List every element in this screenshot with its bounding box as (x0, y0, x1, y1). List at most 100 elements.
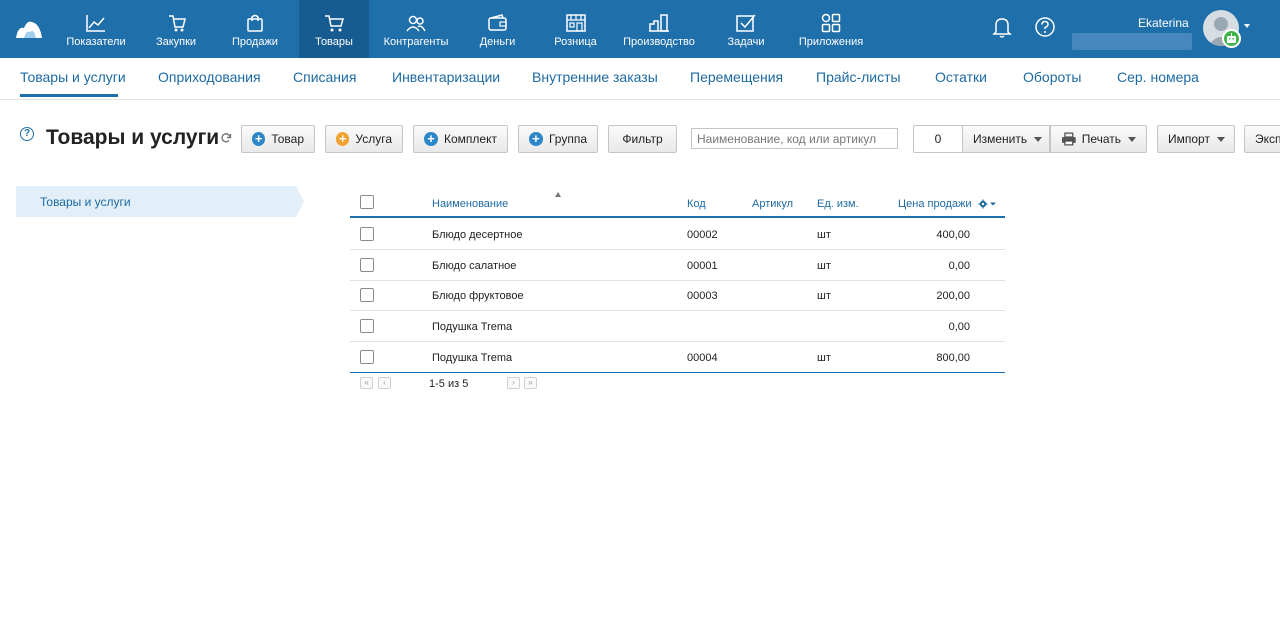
active-tab-underline (20, 94, 118, 97)
row-checkbox[interactable] (360, 350, 374, 364)
table-row[interactable]: Подушка Trema 00004 шт 800,00 (350, 342, 1005, 373)
chevron-down-icon[interactable] (1244, 24, 1250, 28)
nav-item-money[interactable]: Деньги (470, 0, 525, 58)
column-header-name[interactable]: Наименование (432, 198, 508, 210)
table-row[interactable]: Блюдо десертное 00002 шт 400,00 (350, 219, 1005, 250)
nav-item-apps[interactable]: Приложения (796, 0, 866, 58)
nav-item-label: Продажи (232, 36, 278, 48)
row-checkbox[interactable] (360, 227, 374, 241)
cell-name[interactable]: Блюдо десертное (432, 229, 523, 241)
chart-line-icon (86, 15, 105, 32)
table-row[interactable]: Блюдо салатное 00001 шт 0,00 (350, 250, 1005, 281)
caret-down-icon (1128, 136, 1136, 142)
plus-icon: + (336, 132, 350, 146)
row-checkbox[interactable] (360, 258, 374, 272)
subnav-item-writeoffs[interactable]: Списания (293, 69, 356, 85)
print-dropdown-button[interactable]: Печать (1050, 125, 1147, 153)
nav-item-production[interactable]: Производство (620, 0, 698, 58)
people-icon (406, 15, 426, 32)
nav-item-label: Показатели (66, 36, 126, 48)
subnav-item-transfers[interactable]: Перемещения (690, 69, 783, 85)
nav-item-indicators[interactable]: Показатели (60, 0, 132, 58)
add-product-button[interactable]: + Товар (241, 125, 315, 153)
add-kit-button[interactable]: + Комплект (413, 125, 508, 153)
cell-code: 00003 (687, 290, 718, 302)
change-label: Изменить (973, 132, 1028, 146)
add-group-label: Группа (548, 132, 587, 146)
pager-prev-button[interactable]: ‹ (378, 377, 391, 389)
add-group-button[interactable]: + Группа (518, 125, 598, 153)
nav-item-sales[interactable]: Продажи (225, 0, 285, 58)
folder-tree-item-all[interactable]: Товары и услуги (40, 195, 131, 209)
pager-first-button[interactable]: « (360, 377, 373, 389)
printer-icon (1061, 132, 1076, 146)
print-label: Печать (1081, 132, 1121, 146)
cell-name[interactable]: Блюдо салатное (432, 260, 516, 272)
row-checkbox[interactable] (360, 288, 374, 302)
table-row[interactable]: Блюдо фруктовое 00003 шт 200,00 (350, 280, 1005, 311)
top-navigation-bar: Показатели Закупки Продажи Товары Контра… (0, 0, 1280, 58)
nav-item-retail[interactable]: Розница (548, 0, 603, 58)
nav-item-purchases[interactable]: Закупки (146, 0, 206, 58)
search-input[interactable] (691, 128, 898, 149)
cell-price: 400,00 (936, 229, 970, 241)
cell-name[interactable]: Блюдо фруктовое (432, 290, 524, 302)
subnav-item-turnovers[interactable]: Обороты (1023, 69, 1081, 85)
column-header-unit[interactable]: Ед. изм. (817, 198, 859, 210)
pager-last-button[interactable]: » (524, 377, 537, 389)
user-name[interactable]: Ekaterina (1138, 16, 1189, 30)
nav-item-products[interactable]: Товары (299, 0, 369, 58)
cell-price: 800,00 (936, 352, 970, 364)
cell-code: 00002 (687, 229, 718, 241)
page-title: Товары и услуги (46, 126, 220, 149)
nav-item-label: Товары (315, 36, 353, 48)
caret-down-icon (1034, 136, 1043, 142)
filter-label: Фильтр (622, 132, 663, 146)
nav-item-label: Задачи (727, 36, 765, 48)
column-header-price[interactable]: Цена продажи (898, 198, 972, 210)
subnav-item-products-services[interactable]: Товары и услуги (20, 69, 126, 85)
import-dropdown-button[interactable]: Импорт (1157, 125, 1235, 153)
column-settings-gear-icon[interactable] (978, 199, 996, 209)
cell-name[interactable]: Подушка Trema (432, 352, 512, 364)
factory-icon (649, 14, 669, 32)
nav-item-counterparties[interactable]: Контрагенты (380, 0, 452, 58)
cart-icon (325, 15, 344, 32)
store-icon (565, 14, 586, 32)
column-header-code[interactable]: Код (687, 198, 706, 210)
nav-item-label: Производство (623, 36, 695, 48)
avatar-status-badge (1222, 29, 1241, 48)
subnav-item-stock[interactable]: Остатки (935, 69, 987, 85)
subnav-item-receipts[interactable]: Оприходования (158, 69, 261, 85)
select-all-checkbox[interactable] (360, 195, 374, 209)
row-checkbox[interactable] (360, 319, 374, 333)
subnav-item-internal-orders[interactable]: Внутренние заказы (532, 69, 658, 85)
selected-count: 0 (913, 125, 963, 153)
nav-item-tasks[interactable]: Задачи (720, 0, 772, 58)
cell-price: 200,00 (936, 290, 970, 302)
pager-range-text: 1-5 из 5 (429, 378, 469, 390)
moysklad-logo-icon[interactable] (14, 16, 44, 40)
cart-hand-icon (169, 15, 186, 32)
caret-down-icon (1216, 136, 1225, 142)
pager-next-button[interactable]: › (507, 377, 520, 389)
refresh-icon[interactable] (220, 132, 232, 144)
cell-price: 0,00 (948, 260, 970, 272)
sort-asc-icon (555, 192, 561, 197)
page-help-icon[interactable]: ? (20, 127, 34, 141)
plus-icon: + (529, 132, 543, 146)
subnav-item-price-lists[interactable]: Прайс-листы (816, 69, 901, 85)
subnav-item-inventories[interactable]: Инвентаризации (392, 69, 500, 85)
column-header-article[interactable]: Артикул (752, 198, 793, 210)
help-icon[interactable] (1034, 16, 1056, 38)
filter-button[interactable]: Фильтр (608, 125, 677, 153)
cell-unit: шт (817, 229, 831, 241)
table-row[interactable]: Подушка Trema 0,00 (350, 311, 1005, 342)
subnav-item-serial-numbers[interactable]: Сер. номера (1117, 69, 1199, 85)
add-service-button[interactable]: + Услуга (325, 125, 403, 153)
bell-icon[interactable] (992, 16, 1012, 38)
export-dropdown-button[interactable]: Эксп (1244, 125, 1280, 153)
nav-item-label: Деньги (479, 36, 516, 48)
change-dropdown-button[interactable]: Изменить (962, 125, 1050, 153)
cell-name[interactable]: Подушка Trema (432, 321, 512, 333)
